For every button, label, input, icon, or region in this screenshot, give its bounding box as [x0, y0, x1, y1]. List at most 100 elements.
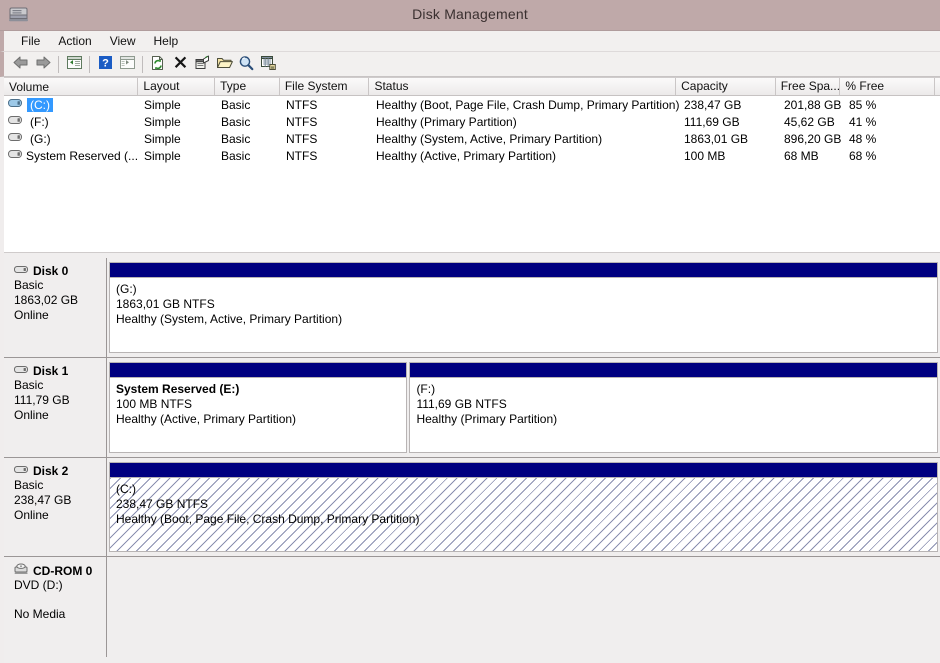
disk-size-2: 238,47 GB [14, 493, 72, 507]
file-system-cell: NTFS [286, 148, 318, 163]
title-bar: Disk Management [0, 0, 940, 31]
partition-size: 1863,01 GB NTFS [116, 297, 215, 311]
rescan-disks-icon [150, 55, 166, 74]
column-filler [935, 78, 940, 95]
partition-body: (C:) 238,47 GB NTFS Healthy (Boot, Page … [110, 478, 937, 551]
disk-info-1[interactable]: Disk 1 Basic 111,79 GB Online [4, 358, 107, 457]
delete-icon [173, 55, 188, 73]
cdrom-name: CD-ROM 0 [33, 563, 93, 578]
layout-cell: Simple [144, 148, 181, 163]
cdrom-spacer [14, 593, 106, 607]
layout-cell: Simple [144, 131, 181, 146]
column-volume[interactable]: Volume [4, 78, 139, 95]
type-cell: Basic [221, 114, 251, 129]
menu-action[interactable]: Action [49, 32, 100, 50]
cdrom-info[interactable]: CD-ROM 0 DVD (D:) No Media [4, 557, 107, 657]
column-percent-free[interactable]: % Free [840, 78, 936, 95]
toolbar-help[interactable]: ? [94, 54, 116, 75]
disk-row-1: Disk 1 Basic 111,79 GB Online System Res… [4, 358, 940, 458]
properties-icon [194, 55, 211, 74]
show-hide-tree-icon [66, 55, 83, 73]
volume-list-pane: Volume Layout Type File System Status Ca… [4, 77, 940, 253]
toolbar-forward[interactable] [32, 54, 54, 75]
disk-title-1: Disk 1 [14, 364, 106, 378]
disk-type-2: Basic [14, 478, 44, 492]
volume-label: (G:) [30, 131, 51, 146]
column-status[interactable]: Status [369, 78, 677, 95]
disk-icon [14, 464, 29, 478]
table-row[interactable]: System Reserved (... Simple Basic NTFS H… [4, 147, 940, 164]
partition-status: Healthy (Primary Partition) [416, 412, 558, 426]
disk-size-0: 1863,02 GB [14, 293, 79, 307]
partition-system-reserved[interactable]: System Reserved (E:) 100 MB NTFS Healthy… [109, 362, 408, 453]
column-file-system[interactable]: File System [279, 78, 370, 95]
percent-free-cell: 41 % [849, 114, 877, 129]
column-type[interactable]: Type [215, 78, 280, 95]
toolbar-separator [89, 55, 90, 73]
menu-view[interactable]: View [101, 32, 145, 50]
menu-file[interactable]: File [12, 32, 49, 50]
type-cell: Basic [221, 148, 251, 163]
layout-cell: Simple [144, 114, 181, 129]
toolbar-action-pane[interactable] [116, 54, 138, 75]
partition-size: 238,47 GB NTFS [116, 497, 209, 511]
percent-free-cell: 48 % [849, 131, 877, 146]
toolbar-delete[interactable] [169, 54, 191, 75]
status-cell: Healthy (Boot, Page File, Crash Dump, Pr… [376, 97, 679, 112]
disk-area-2: (C:) 238,47 GB NTFS Healthy (Boot, Page … [107, 458, 940, 556]
disk-management-window: Disk Management File Action View Help ? … [0, 0, 940, 663]
toolbar-search[interactable] [235, 54, 257, 75]
back-arrow-icon [12, 55, 30, 73]
forward-arrow-icon [34, 55, 52, 73]
disk-info-2[interactable]: Disk 2 Basic 238,47 GB Online [4, 458, 107, 556]
toolbar-show-tree[interactable] [63, 54, 85, 75]
file-system-cell: NTFS [286, 114, 318, 129]
disk-info-0[interactable]: Disk 0 Basic 1863,02 GB Online [4, 258, 107, 357]
partition-status: Healthy (System, Active, Primary Partiti… [116, 312, 343, 326]
capacity-cell: 100 MB [684, 148, 726, 163]
percent-free-cell: 85 % [849, 97, 877, 112]
partition-body: (F:) 111,69 GB NTFS Healthy (Primary Par… [410, 378, 937, 452]
volume-icon [8, 149, 23, 163]
cdrom-media-label: DVD (D:) [14, 578, 63, 592]
toolbar-open[interactable] [213, 54, 235, 75]
partition-size: 111,69 GB NTFS [416, 397, 507, 411]
volume-label: System Reserved (... [26, 148, 139, 163]
partition-label: System Reserved (E:) [116, 382, 240, 396]
partition-status: Healthy (Boot, Page File, Crash Dump, Pr… [116, 512, 420, 526]
partition-bar [110, 363, 407, 378]
volume-icon [8, 98, 23, 112]
disk-area-1: System Reserved (E:) 100 MB NTFS Healthy… [107, 358, 940, 457]
disk-name-0: Disk 0 [33, 264, 69, 278]
menu-help[interactable]: Help [145, 32, 188, 50]
toolbar-export-list[interactable] [257, 54, 279, 75]
column-capacity[interactable]: Capacity [676, 78, 776, 95]
toolbar-properties[interactable] [191, 54, 213, 75]
toolbar-rescan[interactable] [147, 54, 169, 75]
capacity-cell: 1863,01 GB [684, 131, 749, 146]
free-space-cell: 68 MB [784, 148, 819, 163]
partition-g[interactable]: (G:) 1863,01 GB NTFS Healthy (System, Ac… [109, 262, 938, 353]
table-row[interactable]: (G:) Simple Basic NTFS Healthy (System, … [4, 130, 940, 147]
disk-state-1: Online [14, 408, 49, 422]
partition-bar [110, 463, 937, 478]
partition-body: (G:) 1863,01 GB NTFS Healthy (System, Ac… [110, 278, 937, 352]
column-free-space[interactable]: Free Spa... [775, 78, 841, 95]
table-row[interactable]: (C:) Simple Basic NTFS Healthy (Boot, Pa… [4, 96, 940, 113]
partition-f[interactable]: (F:) 111,69 GB NTFS Healthy (Primary Par… [409, 362, 938, 453]
table-row[interactable]: (F:) Simple Basic NTFS Healthy (Primary … [4, 113, 940, 130]
volume-list-header: Volume Layout Type File System Status Ca… [4, 78, 940, 96]
disk-name-1: Disk 1 [33, 364, 69, 378]
column-layout[interactable]: Layout [138, 78, 216, 95]
open-folder-icon [216, 55, 233, 73]
disk-icon [14, 264, 29, 278]
search-icon [238, 55, 254, 74]
partition-c[interactable]: (C:) 238,47 GB NTFS Healthy (Boot, Page … [109, 462, 938, 552]
file-system-cell: NTFS [286, 97, 318, 112]
graphical-view-pane: Disk 0 Basic 1863,02 GB Online (G:) 1863… [4, 258, 940, 663]
disk-size-1: 111,79 GB [14, 393, 70, 407]
volume-cell: (C:) [4, 97, 139, 112]
volume-cell: (G:) [4, 132, 139, 146]
volume-icon [8, 115, 23, 129]
toolbar-back[interactable] [10, 54, 32, 75]
